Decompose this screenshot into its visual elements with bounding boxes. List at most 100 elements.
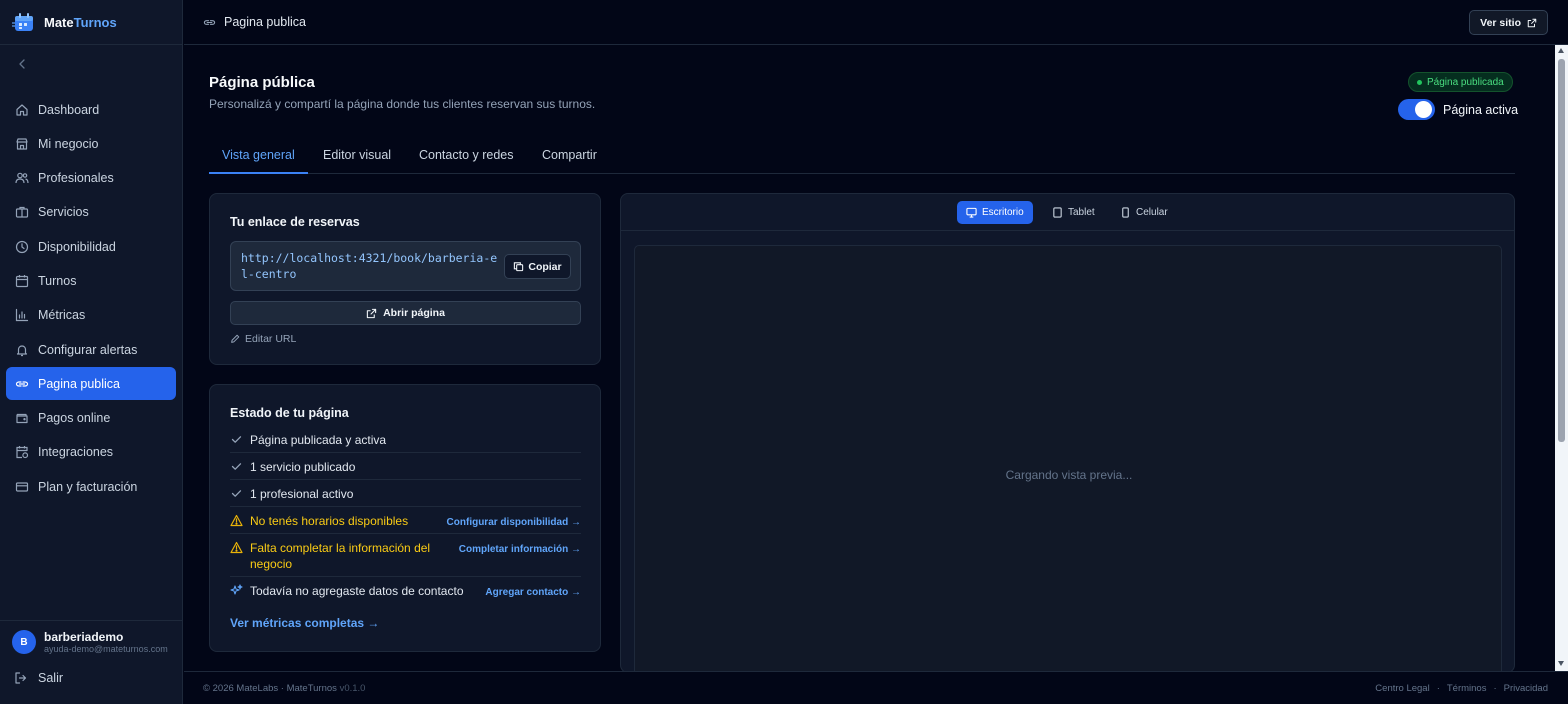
sidebar-item-label: Mi negocio	[38, 136, 99, 151]
link-icon	[15, 377, 29, 391]
footer: © 2026 MateLabs · MateTurnos v0.1.0 Cent…	[184, 671, 1568, 704]
sidebar-item-plan-facturacion[interactable]: Plan y facturación	[6, 470, 176, 503]
credit-card-icon	[15, 480, 29, 494]
preview-card: Escritorio Tablet Celular Cargando vista…	[620, 193, 1515, 671]
copyright-text: © 2026 MateLabs · MateTurnos	[203, 683, 340, 694]
open-page-button[interactable]: Abrir página	[230, 301, 581, 325]
sidebar-item-dashboard[interactable]: Dashboard	[6, 93, 176, 126]
sidebar-item-pagina-publica[interactable]: Pagina publica	[6, 367, 176, 401]
tab-compartir[interactable]: Compartir	[529, 136, 610, 174]
sidebar-item-metricas[interactable]: Métricas	[6, 299, 176, 332]
sidebar-item-configurar-alertas[interactable]: Configurar alertas	[6, 333, 176, 366]
tab-contacto-redes[interactable]: Contacto y redes	[406, 136, 527, 174]
page-active-toggle[interactable]	[1398, 99, 1435, 120]
breadcrumb: Pagina publica	[203, 15, 306, 29]
edit-url-label: Editar URL	[245, 333, 297, 345]
sidebar-item-label: Plan y facturación	[38, 479, 138, 494]
monitor-icon	[966, 207, 977, 218]
mateturnos-logo-icon	[12, 11, 36, 33]
bell-icon	[15, 343, 29, 357]
collapse-sidebar-button[interactable]	[14, 56, 30, 72]
footer-link-terminos[interactable]: Términos	[1447, 683, 1487, 694]
main-content: Página pública Personalizá y compartí la…	[184, 46, 1555, 671]
calendar-sync-icon	[15, 445, 29, 459]
sidebar-item-label: Integraciones	[38, 445, 114, 460]
card-title: Estado de tu página	[230, 406, 349, 420]
clock-icon	[15, 240, 29, 254]
page-subtitle: Personalizá y compartí la página donde t…	[209, 97, 596, 111]
ver-sitio-label: Ver sitio	[1480, 16, 1521, 29]
footer-link-centro-legal[interactable]: Centro Legal	[1375, 683, 1429, 694]
scroll-down-arrow-icon[interactable]	[1558, 661, 1564, 666]
logout-icon	[14, 671, 28, 685]
brand[interactable]: MateTurnos	[12, 10, 117, 34]
device-label: Celular	[1136, 207, 1168, 218]
copy-icon	[513, 261, 524, 272]
status-checklist: Página publicada y activa 1 servicio pub…	[230, 426, 581, 604]
logout-label: Salir	[38, 671, 64, 685]
status-text: 1 profesional activo	[250, 487, 354, 501]
smartphone-icon	[1120, 207, 1131, 218]
sidebar-item-turnos[interactable]: Turnos	[6, 264, 176, 297]
status-badge-label: Página publicada	[1427, 76, 1504, 88]
status-text: Página publicada y activa	[250, 433, 387, 447]
scrollbar[interactable]	[1555, 45, 1568, 671]
device-celular-button[interactable]: Celular	[1111, 201, 1177, 224]
footer-link-privacidad[interactable]: Privacidad	[1504, 683, 1548, 694]
status-text: No tenés horarios disponibles	[250, 514, 409, 528]
pencil-icon	[230, 334, 240, 344]
sidebar-item-servicios[interactable]: Servicios	[6, 196, 176, 229]
sidebar-item-integraciones[interactable]: Integraciones	[6, 436, 176, 469]
status-badge: Página publicada	[1408, 72, 1513, 92]
tab-editor-visual[interactable]: Editor visual	[310, 136, 404, 174]
sidebar-item-label: Disponibilidad	[38, 239, 116, 254]
sidebar-item-label: Servicios	[38, 205, 89, 220]
chevron-left-icon	[19, 59, 25, 69]
booking-url[interactable]: http://localhost:4321/book/barberia-el-c…	[241, 250, 499, 282]
sidebar-item-profesionales[interactable]: Profesionales	[6, 162, 176, 195]
configurar-disponibilidad-link[interactable]: Configurar disponibilidad →	[447, 515, 581, 531]
version: v0.1.0	[339, 683, 366, 694]
status-dot	[1417, 79, 1422, 85]
toggle-knob	[1415, 101, 1432, 118]
list-item: Falta completar la información del negoc…	[230, 534, 581, 577]
device-escritorio-button[interactable]: Escritorio	[957, 201, 1033, 224]
sidebar-item-label: Profesionales	[38, 171, 114, 186]
status-text: Todavía no agregaste datos de contacto	[250, 584, 464, 598]
home-icon	[15, 103, 29, 117]
sidebar: MateTurnos Dashboard Mi negocio Profesio…	[0, 0, 183, 704]
sidebar-item-label: Pagina publica	[38, 376, 121, 391]
divider	[0, 620, 183, 621]
sidebar-item-pagos-online[interactable]: Pagos online	[6, 402, 176, 435]
device-tablet-button[interactable]: Tablet	[1043, 201, 1104, 224]
completar-informacion-link[interactable]: Completar información →	[459, 542, 581, 558]
check-icon	[230, 433, 243, 446]
tablet-icon	[1052, 207, 1063, 218]
user-menu[interactable]: B barberiademo ayuda-demo@mateturnos.com	[12, 630, 177, 654]
edit-url-link[interactable]: Editar URL	[230, 333, 296, 345]
brand-name-part: Turnos	[73, 14, 117, 30]
sidebar-item-label: Dashboard	[38, 102, 100, 117]
footer-separator: ·	[1493, 683, 1497, 694]
tab-vista-general[interactable]: Vista general	[209, 136, 308, 174]
copy-button[interactable]: Copiar	[504, 254, 571, 279]
tabs: Vista general Editor visual Contacto y r…	[209, 136, 1515, 174]
page-title: Página pública	[209, 74, 315, 91]
ver-metricas-link[interactable]: Ver métricas completas →	[230, 616, 379, 630]
scrollbar-thumb[interactable]	[1558, 59, 1565, 442]
ver-sitio-button[interactable]: Ver sitio	[1469, 10, 1548, 35]
list-item: Todavía no agregaste datos de contacto A…	[230, 577, 581, 604]
bar-chart-icon	[15, 308, 29, 322]
sidebar-item-label: Turnos	[38, 273, 77, 288]
warning-icon	[230, 514, 243, 527]
sidebar-item-mi-negocio[interactable]: Mi negocio	[6, 127, 176, 160]
sidebar-item-disponibilidad[interactable]: Disponibilidad	[6, 230, 176, 263]
scroll-up-arrow-icon[interactable]	[1558, 48, 1564, 53]
logout-button[interactable]: Salir	[14, 671, 63, 685]
device-label: Tablet	[1068, 207, 1095, 218]
sidebar-item-label: Métricas	[38, 308, 86, 323]
wallet-icon	[15, 411, 29, 425]
page-status-card: Estado de tu página Página publicada y a…	[209, 384, 601, 652]
agregar-contacto-link[interactable]: Agregar contacto →	[485, 585, 581, 601]
user-name: barberiademo	[44, 630, 124, 644]
